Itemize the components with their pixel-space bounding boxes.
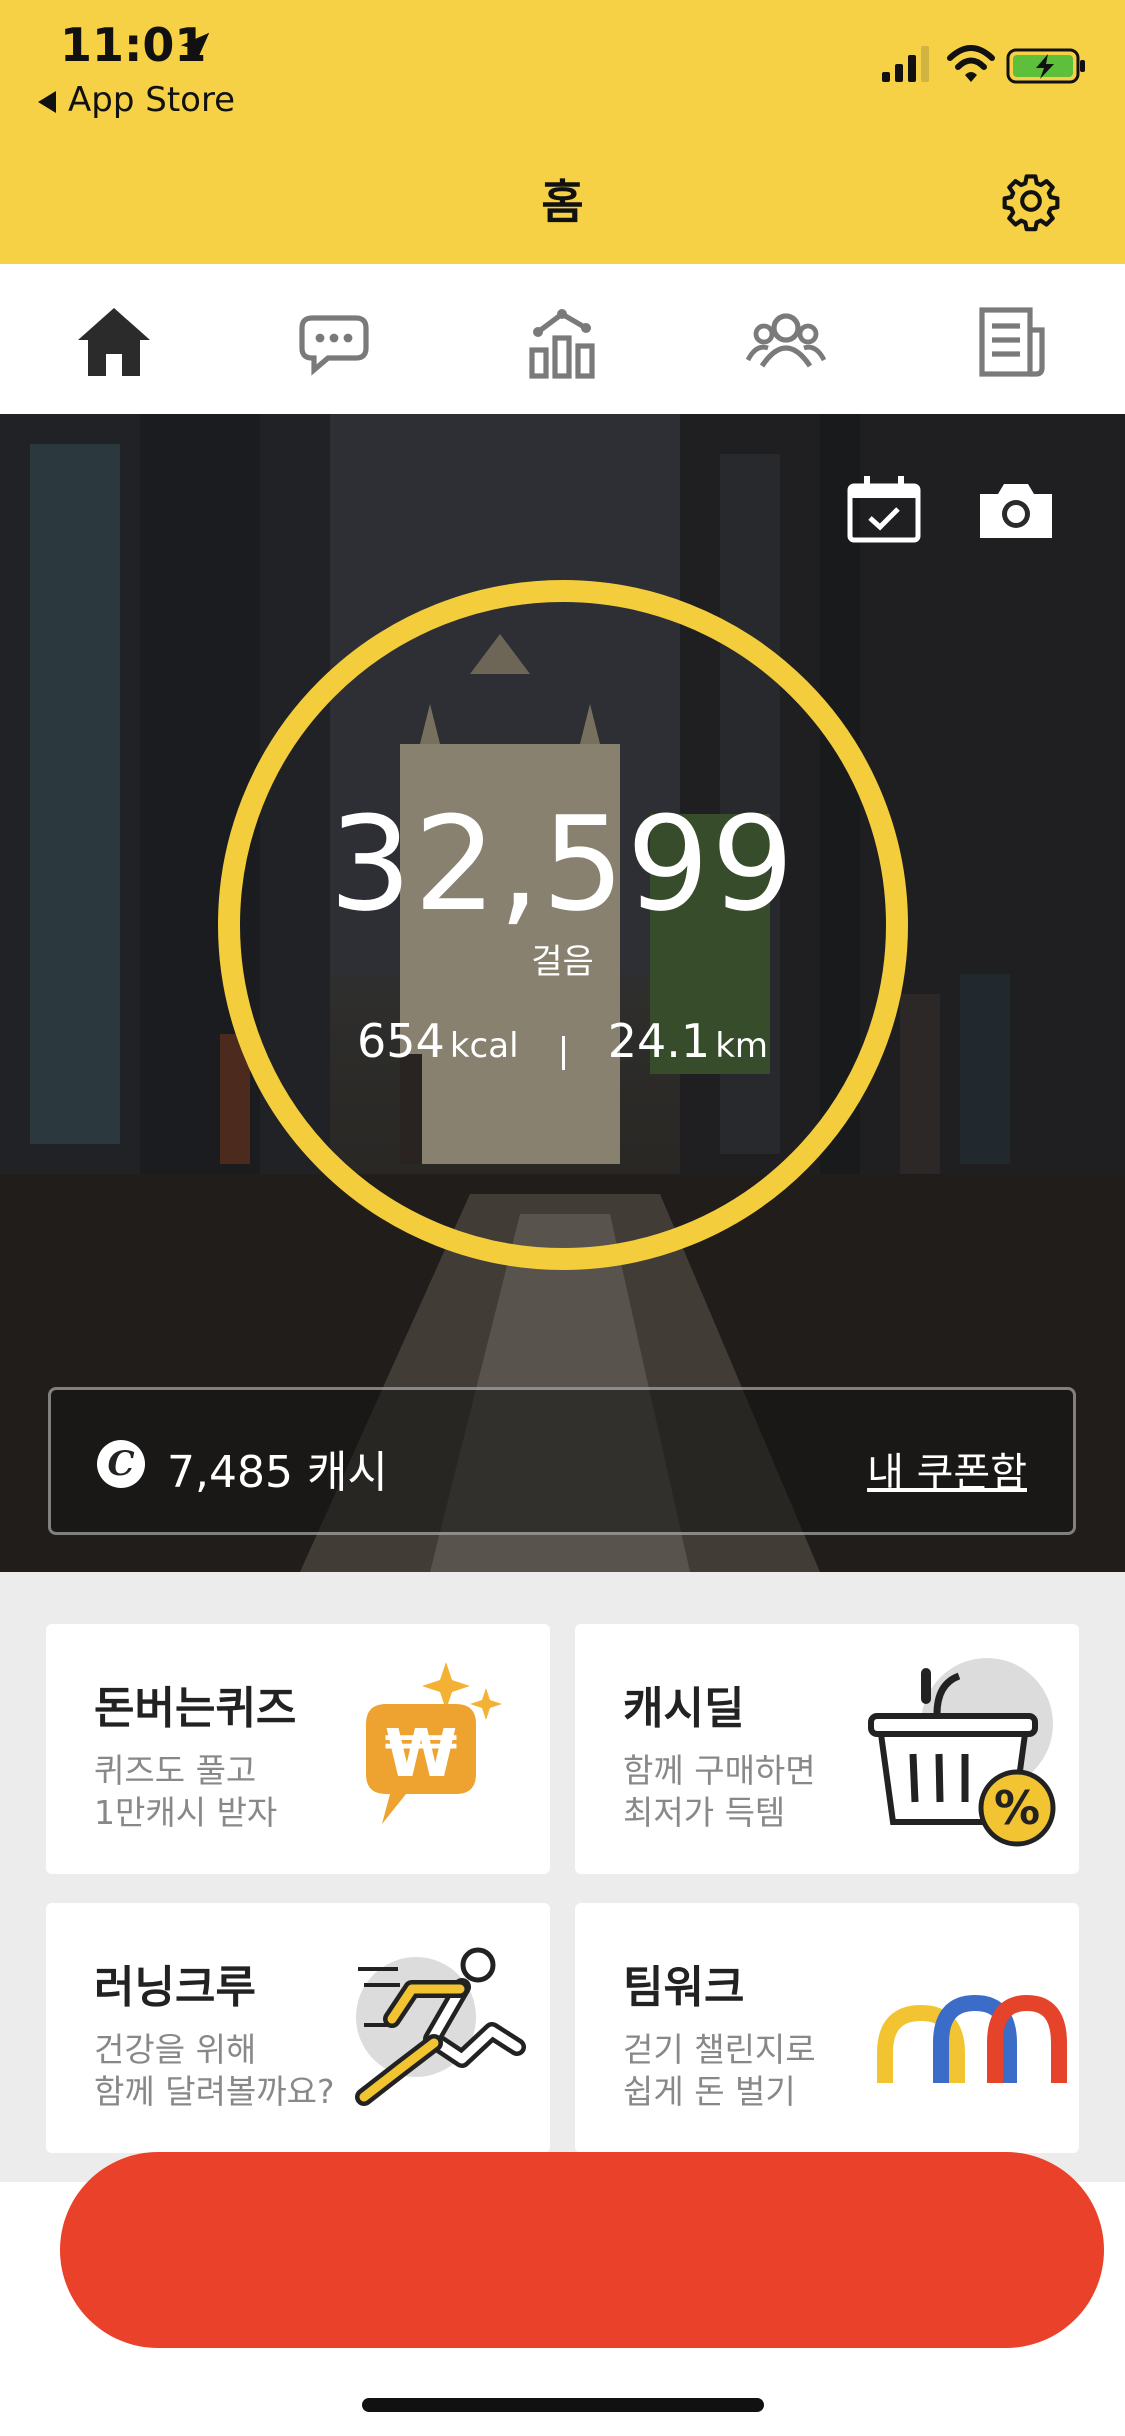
tab-chat[interactable]: [296, 302, 376, 382]
calendar-check-icon[interactable]: [846, 474, 922, 544]
card-subtitle-line1: 함께 구매하면: [623, 1751, 816, 1790]
step-count: 32,599: [329, 788, 796, 940]
shopping-basket-discount-icon: %: [868, 1658, 1056, 1847]
bottom-banner-button[interactable]: [60, 2152, 1104, 2348]
top-header: 11:01 App Store 홈: [0, 0, 1125, 264]
card-running-crew[interactable]: 러닝크루 건강을 위해 함께 달려볼까요?: [46, 1903, 550, 2153]
svg-text:₩: ₩: [385, 1715, 458, 1792]
svg-text:%: %: [994, 1781, 1040, 1835]
home-indicator: [362, 2398, 764, 2412]
won-quiz-icon: ₩: [366, 1662, 502, 1824]
card-money-quiz[interactable]: 돈버는퀴즈 퀴즈도 풀고 1만캐시 받자 ₩: [46, 1624, 550, 1874]
tab-stats[interactable]: [522, 302, 602, 382]
card-title: 팀워크: [623, 1962, 745, 2013]
my-coupon-box-link[interactable]: 내 쿠폰함: [867, 1440, 1027, 1498]
wifi-icon: [947, 45, 995, 82]
card-subtitle-line2: 1만캐시 받자: [94, 1793, 278, 1832]
runner-icon: [355, 1947, 526, 2106]
location-arrow-icon: [180, 32, 210, 62]
back-label: App Store: [68, 80, 236, 120]
step-count-label: 걸음: [531, 942, 594, 982]
kcal-unit: kcal: [449, 1026, 519, 1066]
kcal-value: 654: [356, 1014, 445, 1068]
tab-friends[interactable]: [746, 302, 826, 382]
tab-bar: [0, 264, 1125, 414]
cash-balance-bar[interactable]: C 7,485 캐시 내 쿠폰함: [48, 1387, 1076, 1535]
teamwork-arches-icon: [877, 1994, 1067, 2083]
page-title: 홈: [541, 175, 584, 229]
card-title: 캐시딜: [623, 1683, 745, 1734]
distance-unit: km: [715, 1026, 769, 1066]
hero-stats: 654 kcal 24.1 km: [0, 1014, 1125, 1070]
settings-gear-icon[interactable]: [1000, 170, 1062, 232]
stats-divider: [561, 1035, 565, 1070]
card-subtitle-line2: 쉽게 돈 벌기: [623, 2072, 796, 2111]
card-teamwork[interactable]: 팀워크 걷기 챌린지로 쉽게 돈 벌기: [575, 1903, 1079, 2153]
card-subtitle-line2: 함께 달려볼까요?: [94, 2072, 335, 2111]
cash-coin-icon: C: [97, 1440, 145, 1488]
battery-charging-icon: [1006, 48, 1085, 84]
tab-news[interactable]: [972, 302, 1052, 382]
card-subtitle-line1: 건강을 위해: [94, 2030, 257, 2069]
distance-value: 24.1: [607, 1014, 711, 1068]
cellular-signal-icon: [882, 46, 929, 82]
card-subtitle-line2: 최저가 득템: [623, 1793, 786, 1832]
card-title: 돈버는퀴즈: [94, 1683, 297, 1734]
back-triangle-icon: [38, 90, 56, 113]
cash-amount: 7,485 캐시: [167, 1447, 388, 1498]
step-counter-hero: 32,599 걸음 654 kcal 24.1 km C 7,485 캐시 내 …: [0, 414, 1125, 1572]
back-to-app-store[interactable]: App Store: [38, 80, 235, 120]
card-cash-deal[interactable]: 캐시딜 함께 구매하면 최저가 득템 %: [575, 1624, 1079, 1874]
card-subtitle-line1: 걷기 챌린지로: [623, 2030, 816, 2069]
card-subtitle-line1: 퀴즈도 풀고: [94, 1751, 257, 1790]
camera-icon[interactable]: [976, 478, 1056, 542]
card-title: 러닝크루: [94, 1962, 256, 2013]
tab-home[interactable]: [74, 302, 154, 382]
